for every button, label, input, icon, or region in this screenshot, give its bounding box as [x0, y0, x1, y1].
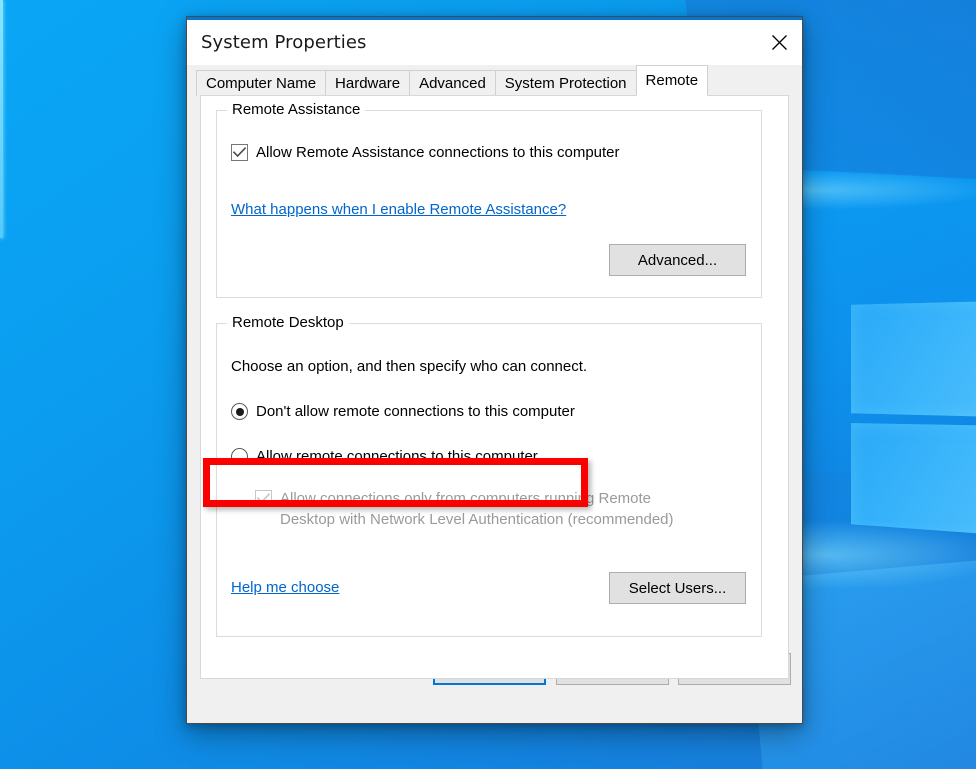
radio-allow-row[interactable]: Allow remote connections to this compute… [231, 446, 538, 467]
radio-dont-allow-remote-connections[interactable] [231, 403, 248, 420]
allow-remote-assistance-label: Allow Remote Assistance connections to t… [256, 144, 620, 161]
remote-assistance-group: Remote Assistance Allow Remote Assistanc… [216, 101, 762, 298]
nla-checkbox [255, 490, 272, 507]
nla-label-line-2: Desktop with Network Level Authenticatio… [280, 511, 674, 528]
title-bar[interactable]: System Properties [187, 20, 802, 65]
remote-desktop-group: Remote Desktop Choose an option, and the… [216, 314, 762, 637]
remote-tab-panel: Remote Assistance Allow Remote Assistanc… [200, 95, 789, 679]
nla-label-line-1: Allow connections only from computers ru… [280, 490, 652, 507]
radio-dont-allow-label: Don't allow remote connections to this c… [256, 403, 575, 420]
tab-advanced[interactable]: Advanced [409, 70, 496, 96]
remote-desktop-legend: Remote Desktop [227, 314, 349, 331]
windows-logo-pane-upper [851, 300, 976, 418]
windows-logo-pane-edge [0, 0, 3, 238]
windows-logo-pane-lower [851, 423, 976, 538]
nla-label: Allow connections only from computers ru… [280, 488, 674, 530]
advanced-button[interactable]: Advanced... [609, 244, 746, 276]
tab-hardware[interactable]: Hardware [325, 70, 411, 96]
radio-dont-allow-row[interactable]: Don't allow remote connections to this c… [231, 401, 575, 422]
tab-computer-name[interactable]: Computer Name [196, 70, 327, 96]
remote-assistance-help-link[interactable]: What happens when I enable Remote Assist… [231, 201, 566, 218]
tab-remote[interactable]: Remote [635, 65, 709, 96]
system-properties-dialog: System Properties Computer Name Hardware… [186, 16, 803, 724]
select-users-button[interactable]: Select Users... [609, 572, 746, 604]
tab-strip: Computer Name Hardware Advanced System P… [187, 65, 802, 96]
remote-assistance-legend: Remote Assistance [227, 101, 366, 118]
tab-system-protection[interactable]: System Protection [494, 70, 637, 96]
help-me-choose-link[interactable]: Help me choose [231, 579, 339, 596]
radio-allow-label: Allow remote connections to this compute… [256, 448, 538, 465]
radio-allow-remote-connections[interactable] [231, 448, 248, 465]
remote-desktop-instruction: Choose an option, and then specify who c… [231, 358, 588, 375]
close-icon[interactable] [756, 20, 802, 65]
allow-remote-assistance-checkbox-row[interactable]: Allow Remote Assistance connections to t… [231, 142, 620, 163]
wallpaper-glow-bottom [780, 520, 976, 590]
window-title: System Properties [201, 32, 367, 53]
nla-checkbox-row: Allow connections only from computers ru… [255, 488, 725, 530]
wallpaper-glow-top [795, 170, 976, 210]
allow-remote-assistance-checkbox[interactable] [231, 144, 248, 161]
